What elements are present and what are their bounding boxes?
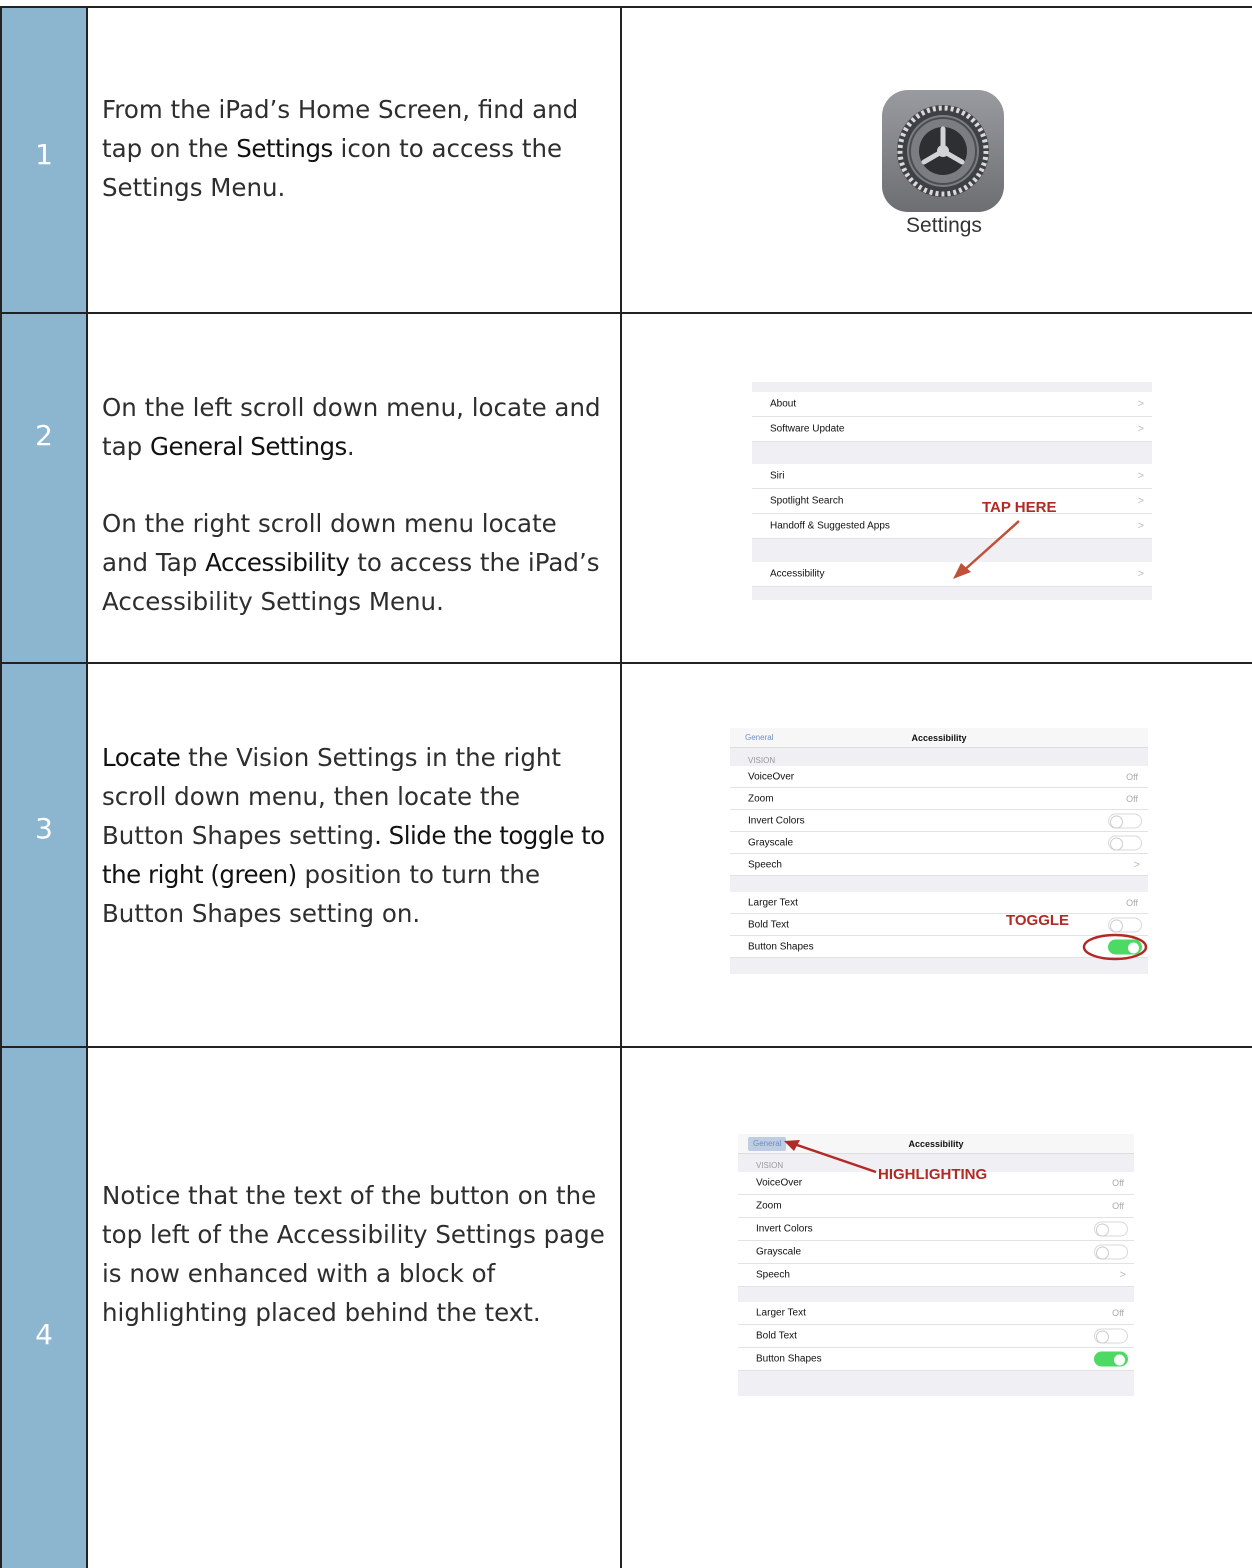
step-text-cell: Notice that the text of the button on th… xyxy=(88,1048,622,1568)
settings-app-icon xyxy=(882,90,1004,212)
step-image-cell: General Accessibility VISION VoiceOver Of… xyxy=(622,1048,1252,1568)
general-settings-screenshot: About > Software Update > Siri > Spotlight … xyxy=(752,382,1152,600)
nav-bar: General Accessibility xyxy=(730,728,1148,748)
arrow-icon xyxy=(784,1140,877,1174)
list-item: Invert Colors xyxy=(738,1218,1134,1241)
general-settings-keyword: General Settings xyxy=(149,432,347,461)
toggle[interactable] xyxy=(1108,917,1142,932)
section-label: VISION xyxy=(748,756,776,765)
list-item: Larger Text Off xyxy=(738,1302,1134,1325)
accessibility-highlighted-screenshot: General Accessibility VISION VoiceOver Of… xyxy=(738,1134,1134,1396)
settings-app-label: Settings xyxy=(906,214,982,237)
accessibility-keyword: Accessibility xyxy=(205,548,350,577)
step-image-cell: General Accessibility VISION VoiceOver Of… xyxy=(622,664,1252,1046)
tap-here-callout: TAP HERE xyxy=(982,499,1057,516)
arrow-icon xyxy=(953,520,1020,579)
step-row-3: 3 Locate the Vision Settings in the righ… xyxy=(0,664,1252,1048)
nav-title: Accessibility xyxy=(911,733,967,743)
list-item: Grayscale xyxy=(730,832,1148,854)
step-text-cell: On the left scroll down menu, locate and… xyxy=(88,314,622,662)
highlighting-callout: HIGHLIGHTING xyxy=(878,1166,988,1183)
toggle-callout: TOGGLE xyxy=(1006,912,1070,929)
step-row-4: 4 Notice that the text of the button on … xyxy=(0,1048,1252,1568)
toggle[interactable] xyxy=(1094,1221,1128,1237)
locate-keyword: Locate xyxy=(102,743,181,772)
settings-keyword: Settings xyxy=(236,134,333,163)
ellipse-highlight-icon xyxy=(1082,933,1148,961)
step-instruction: Notice that the text of the button on th… xyxy=(102,1181,605,1327)
list-item: Larger Text Off xyxy=(730,892,1148,914)
toggle[interactable] xyxy=(1094,1244,1128,1260)
list-item: Button Shapes xyxy=(738,1348,1134,1371)
step-instruction: Locate the Vision Settings in the right … xyxy=(102,743,605,928)
step-number-cell: 1 xyxy=(0,8,88,312)
step-row-2: 2 On the left scroll down menu, locate a… xyxy=(0,314,1252,664)
list-item: Spotlight Search > xyxy=(752,489,1152,514)
toggle[interactable] xyxy=(1094,1328,1128,1344)
step-number: 3 xyxy=(35,812,53,845)
step-instruction: On the left scroll down menu, locate and… xyxy=(102,393,601,461)
step-number-cell: 2 xyxy=(0,314,88,662)
step-number-cell: 3 xyxy=(0,664,88,1046)
step-row-1: 1 From the iPad’s Home Screen, find and … xyxy=(0,6,1252,314)
list-item: Software Update > xyxy=(752,417,1152,442)
step-image-cell: About > Software Update > Siri > Spotlight … xyxy=(622,314,1252,662)
back-button[interactable]: General xyxy=(740,731,778,745)
list-item: About > xyxy=(752,392,1152,417)
list-item: Bold Text xyxy=(738,1325,1134,1348)
step-text-cell: From the iPad’s Home Screen, find and ta… xyxy=(88,8,622,312)
list-item: Invert Colors xyxy=(730,810,1148,832)
nav-title: Accessibility xyxy=(908,1139,964,1149)
step-number: 4 xyxy=(35,1318,53,1351)
step-instruction: From the iPad’s Home Screen, find and ta… xyxy=(102,95,579,202)
list-item: Zoom Off xyxy=(738,1195,1134,1218)
list-item: VoiceOver Off xyxy=(730,766,1148,788)
step-instruction-2: On the right scroll down menu locate and… xyxy=(102,509,600,616)
steps-table: 1 From the iPad’s Home Screen, find and … xyxy=(0,0,1252,1568)
step-number-cell: 4 xyxy=(0,1048,88,1568)
step-text-cell: Locate the Vision Settings in the right … xyxy=(88,664,622,1046)
list-item: Speech > xyxy=(738,1264,1134,1287)
list-item: Grayscale xyxy=(738,1241,1134,1264)
list-item: Speech > xyxy=(730,854,1148,876)
toggle[interactable] xyxy=(1108,835,1142,850)
button-shapes-toggle[interactable] xyxy=(1094,1351,1128,1367)
step-number: 1 xyxy=(35,138,53,171)
list-item: Zoom Off xyxy=(730,788,1148,810)
step-image-cell: Settings xyxy=(622,8,1252,312)
toggle[interactable] xyxy=(1108,813,1142,828)
accessibility-screenshot: General Accessibility VISION VoiceOver Of… xyxy=(730,728,1148,974)
step-number: 2 xyxy=(35,419,53,452)
list-item: Siri > xyxy=(752,464,1152,489)
